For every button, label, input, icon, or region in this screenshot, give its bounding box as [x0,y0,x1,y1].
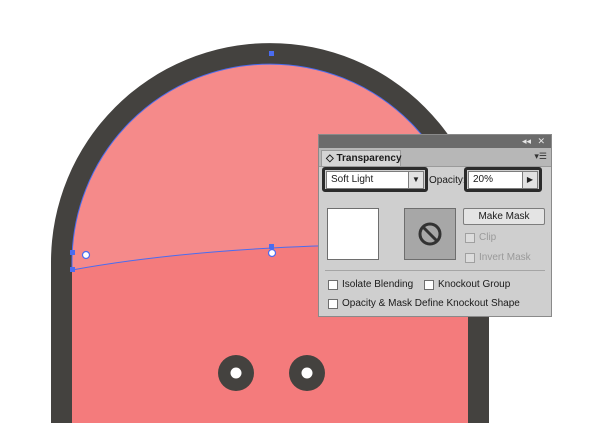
artwork-thumbnail[interactable] [327,208,379,260]
anchor-handle[interactable] [267,248,277,258]
isolate-blending-checkbox[interactable] [328,280,338,290]
anchor-handle[interactable] [81,250,91,260]
tab-label: Transparency [336,153,402,164]
make-mask-button[interactable]: Make Mask [463,208,545,225]
panel-divider [325,270,545,271]
anchor-point[interactable] [269,51,274,56]
opacity-label: Opacity: [429,175,466,186]
panel-titlebar[interactable]: ◂◂ ✕ [319,135,551,148]
eye-left [218,355,254,391]
blend-mode-select[interactable]: Soft Light ▼ [326,171,424,189]
blend-mode-value: Soft Light [331,174,374,185]
opacity-mask-knockout-checkbox[interactable] [328,299,338,309]
invert-mask-label: Invert Mask [479,252,531,263]
clip-label: Clip [479,232,497,243]
panel-tab-row: ◇ Transparency ▾☰ [319,148,551,167]
double-chevron-icon[interactable]: ◂◂ [522,135,531,148]
opacity-mask-knockout-label: Opacity & Mask Define Knockout Shape [342,298,520,309]
tab-transparency[interactable]: ◇ Transparency [321,150,402,166]
opacity-input[interactable]: 20% ▶ [468,171,538,189]
mask-thumbnail[interactable] [404,208,456,260]
panel-menu-icon[interactable]: ▾☰ [534,151,547,162]
tab-toggle-icon: ◇ [326,153,334,164]
anchor-point[interactable] [70,267,75,272]
chevron-down-icon[interactable]: ▼ [408,172,423,188]
anchor-point[interactable] [269,244,274,249]
anchor-point[interactable] [70,250,75,255]
transparency-panel: ◂◂ ✕ ◇ Transparency ▾☰ Soft Light ▼ Opac… [318,134,552,317]
isolate-blending-label: Isolate Blending [342,279,414,290]
play-arrow-icon[interactable]: ▶ [522,172,537,188]
close-icon[interactable]: ✕ [537,135,545,148]
opacity-value: 20% [473,174,494,185]
clip-checkbox[interactable] [465,233,475,243]
knockout-group-checkbox[interactable] [424,280,434,290]
eye-right [289,355,325,391]
knockout-group-label: Knockout Group [438,279,511,290]
no-mask-icon [418,222,442,246]
invert-mask-checkbox[interactable] [465,253,475,263]
